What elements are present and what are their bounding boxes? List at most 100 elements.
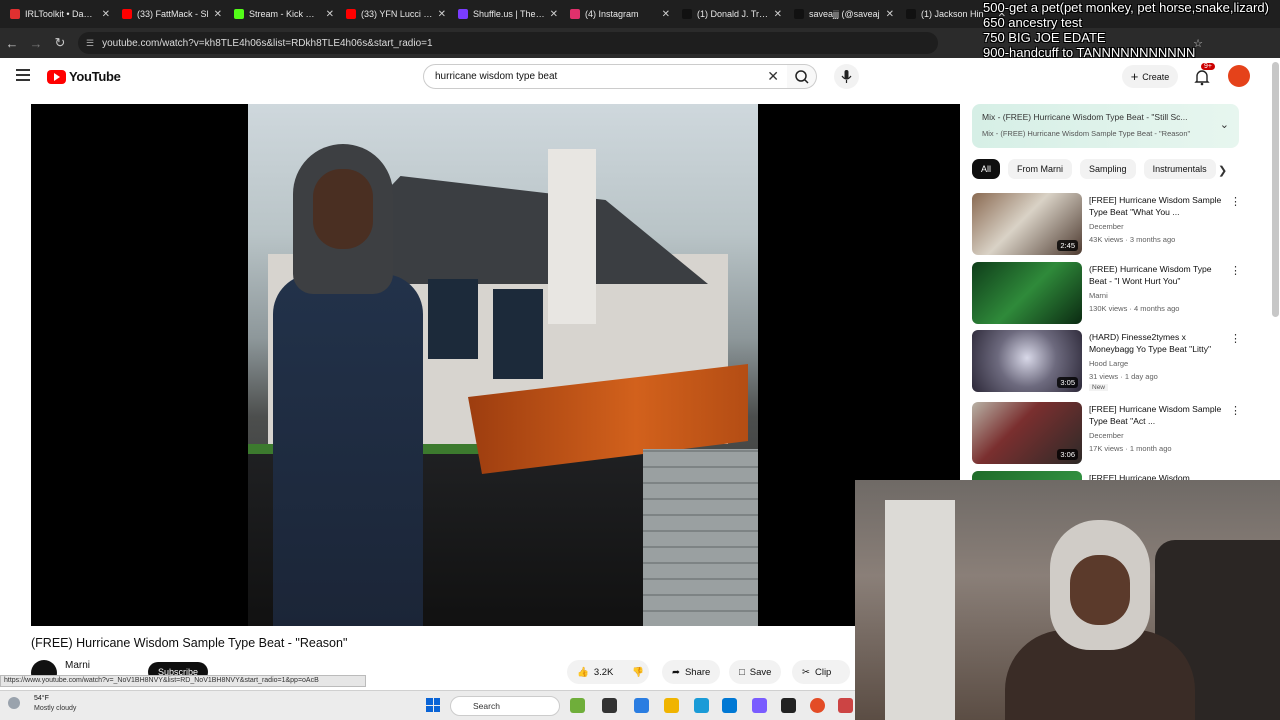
more-options-icon[interactable]: ⋮ — [1230, 332, 1241, 345]
browser-tab[interactable]: Shuffle.us | The #1 ✕ — [452, 2, 564, 26]
playlist-header[interactable]: Mix - (FREE) Hurricane Wisdom Type Beat … — [972, 104, 1239, 148]
tab-close-icon[interactable]: ✕ — [774, 9, 782, 20]
browser-tab[interactable]: (1) Donald J. Trum ✕ — [676, 2, 788, 26]
video-title[interactable]: [FREE] Hurricane Wisdom Sample Type Beat… — [1089, 403, 1229, 427]
person-body — [273, 274, 423, 626]
chrome-icon[interactable] — [810, 698, 825, 713]
youtube-logo[interactable]: YouTube — [47, 69, 121, 84]
thumbs-down-icon[interactable]: 👎 — [632, 667, 644, 678]
back-icon[interactable]: ← — [0, 36, 24, 51]
search-icon — [795, 70, 809, 84]
tab-label: Stream - Kick Dash — [249, 9, 321, 19]
windows-start-icon[interactable] — [426, 698, 440, 712]
new-badge: New — [1089, 384, 1109, 391]
channel-name: December — [1089, 431, 1124, 440]
share-label: Share — [684, 666, 711, 678]
hamburger-menu-icon[interactable] — [16, 69, 30, 81]
video-thumbnail[interactable]: 2:45 — [972, 193, 1082, 255]
tab-favicon-icon — [122, 9, 132, 19]
recommended-video[interactable]: 2:45 [FREE] Hurricane Wisdom Sample Type … — [972, 193, 1241, 255]
taskbar-search[interactable]: Search — [450, 696, 560, 716]
thumbs-up-icon[interactable]: 👍 — [577, 667, 589, 678]
site-info-icon[interactable]: ☰ — [86, 38, 94, 49]
video-title[interactable]: (HARD) Finesse2tymes x Moneybagg Yo Type… — [1089, 331, 1229, 355]
reload-icon[interactable]: ↻ — [48, 35, 72, 51]
filter-chips: All From Marni Sampling Instrumentals — [972, 159, 1230, 179]
recommended-video[interactable]: (FREE) Hurricane Wisdom Type Beat - "I W… — [972, 262, 1241, 324]
app-icon[interactable] — [752, 698, 767, 713]
search-button[interactable] — [787, 64, 817, 89]
recommended-video[interactable]: 3:06 [FREE] Hurricane Wisdom Sample Type … — [972, 402, 1241, 464]
chimney — [548, 149, 596, 324]
more-options-icon[interactable]: ⋮ — [1230, 264, 1241, 277]
video-title[interactable]: (FREE) Hurricane Wisdom Type Beat - "I W… — [1089, 263, 1229, 287]
weather-desc: Mostly cloudy — [34, 705, 77, 712]
chip-from-marni[interactable]: From Marni — [1008, 159, 1073, 179]
account-avatar[interactable] — [1228, 65, 1250, 87]
tab-close-icon[interactable]: ✕ — [214, 9, 222, 20]
tab-close-icon[interactable]: ✕ — [438, 9, 446, 20]
folder-icon[interactable] — [664, 698, 679, 713]
clear-search-icon[interactable]: ✕ — [767, 68, 779, 85]
voice-search-button[interactable] — [834, 64, 859, 89]
chip-sampling[interactable]: Sampling — [1080, 159, 1136, 179]
recommended-video[interactable]: 3:05 (HARD) Finesse2tymes x Moneybagg Yo … — [972, 330, 1241, 392]
tab-favicon-icon — [906, 9, 916, 19]
notifications-button[interactable] — [1192, 67, 1212, 87]
browser-tab[interactable]: (1) Jackson Hin ✕ — [900, 2, 1012, 26]
browser-tab[interactable]: (4) Instagram ✕ — [564, 2, 676, 26]
cloud-icon — [8, 697, 20, 709]
browser-tab[interactable]: IRLToolkit • Dashb ✕ — [4, 2, 116, 26]
browser-tab[interactable]: (33) FattMack - Sl ✕ — [116, 2, 228, 26]
tab-close-icon[interactable]: ✕ — [998, 9, 1006, 20]
bookmark-star-icon[interactable]: ☆ — [1188, 37, 1208, 50]
tab-close-icon[interactable]: ✕ — [326, 9, 334, 20]
browser-tab[interactable]: Stream - Kick Dash ✕ — [228, 2, 340, 26]
page-scrollbar[interactable] — [1272, 62, 1279, 317]
video-meta: 17K views · 1 month ago — [1089, 444, 1172, 453]
channel-name[interactable]: Marni — [65, 660, 90, 671]
app-icon[interactable] — [602, 698, 617, 713]
youtube-logo-text: YouTube — [69, 69, 121, 84]
chevron-right-icon[interactable]: ❯ — [1218, 164, 1227, 177]
video-title[interactable]: [FREE] Hurricane Wisdom — [1089, 472, 1229, 480]
forward-icon[interactable]: → — [24, 36, 48, 51]
share-button[interactable]: ➦ Share — [662, 660, 721, 684]
browser-tab-strip: IRLToolkit • Dashb ✕ (33) FattMack - Sl ✕ St… — [0, 0, 1280, 28]
chip-instrumentals[interactable]: Instrumentals — [1143, 159, 1216, 179]
save-button[interactable]: □ Save — [729, 660, 782, 684]
video-thumbnail[interactable] — [972, 471, 1082, 480]
video-thumbnail[interactable] — [972, 262, 1082, 324]
save-label: Save — [749, 666, 772, 678]
chip-all[interactable]: All — [972, 159, 1001, 179]
address-bar[interactable]: ☰ youtube.com/watch?v=kh8TLE4h06s&list=R… — [78, 32, 938, 54]
like-dislike-button[interactable]: 👍 3.2K 👎 — [567, 660, 649, 684]
tab-close-icon[interactable]: ✕ — [662, 9, 670, 20]
app-icon[interactable] — [838, 698, 853, 713]
video-thumbnail[interactable]: 3:05 — [972, 330, 1082, 392]
tab-close-icon[interactable]: ✕ — [102, 9, 110, 20]
video-title[interactable]: [FREE] Hurricane Wisdom Sample Type Beat… — [1089, 194, 1229, 218]
app-icon[interactable] — [781, 698, 796, 713]
store-icon[interactable] — [722, 698, 737, 713]
more-options-icon[interactable]: ⋮ — [1230, 195, 1241, 208]
tab-label: (1) Jackson Hin — [921, 9, 984, 19]
app-icon[interactable] — [634, 698, 649, 713]
edge-icon[interactable] — [694, 698, 709, 713]
search-input[interactable]: hurricane wisdom type beat ✕ — [423, 64, 788, 89]
video-player[interactable] — [31, 104, 960, 626]
app-icon[interactable] — [570, 698, 585, 713]
chevron-down-icon[interactable]: ⌄ — [1220, 118, 1229, 131]
create-button[interactable]: + Create — [1122, 65, 1178, 88]
tab-close-icon[interactable]: ✕ — [886, 9, 894, 20]
video-thumbnail[interactable]: 3:06 — [972, 402, 1082, 464]
tab-label: (1) Donald J. Trum — [697, 9, 769, 19]
browser-tab[interactable]: (33) YFN Lucci - O ✕ — [340, 2, 452, 26]
tab-close-icon[interactable]: ✕ — [550, 9, 558, 20]
more-options-icon[interactable]: ⋮ — [1230, 404, 1241, 417]
tab-favicon-icon — [570, 9, 580, 19]
browser-tab[interactable]: saveajjj (@saveaj ✕ — [788, 2, 900, 26]
stone-wall — [643, 449, 758, 626]
recommended-video[interactable]: [FREE] Hurricane Wisdom — [972, 471, 1240, 480]
clip-button[interactable]: ✂ Clip — [792, 660, 850, 684]
